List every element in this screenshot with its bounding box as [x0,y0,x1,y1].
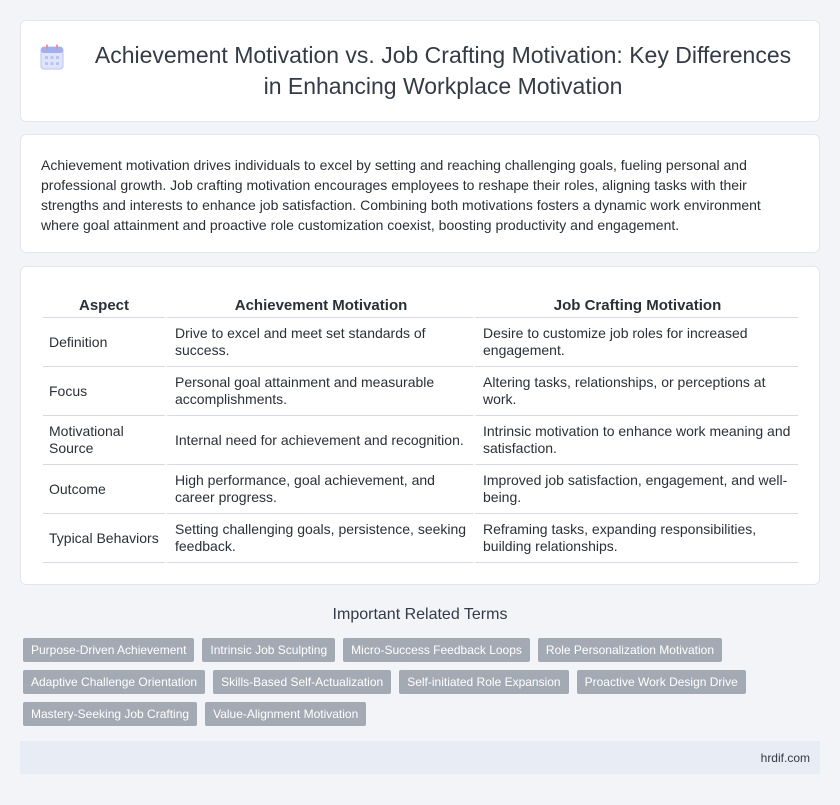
header-job-crafting: Job Crafting Motivation [473,289,798,318]
tag-link[interactable]: Mastery-Seeking Job Crafting [23,702,198,726]
header-achievement: Achievement Motivation [165,289,473,318]
tag-link[interactable]: Micro-Success Feedback Loops [343,638,530,662]
table-row: Motivational Source Internal need for ac… [43,416,798,465]
related-terms-title: Important Related Terms [332,606,508,623]
comparison-table: Aspect Achievement Motivation Job Crafti… [43,289,798,563]
comparison-card: Aspect Achievement Motivation Job Crafti… [20,266,820,585]
row-achievement: Personal goal attainment and measurable … [165,367,473,416]
title-card: Achievement Motivation vs. Job Crafting … [20,20,820,122]
header-aspect: Aspect [43,289,165,318]
footer-bar: hrdif.com [20,741,820,774]
row-aspect: Focus [43,367,165,416]
related-terms-tags: Purpose-Driven Achievement Intrinsic Job… [23,638,823,726]
tag-link[interactable]: Value-Alignment Motivation [205,702,367,726]
row-job-crafting: Reframing tasks, expanding responsibilit… [473,514,798,563]
page-title: Achievement Motivation vs. Job Crafting … [94,42,792,99]
row-aspect: Motivational Source [43,416,165,465]
row-aspect: Definition [43,318,165,367]
table-row: Focus Personal goal attainment and measu… [43,367,798,416]
tag-link[interactable]: Purpose-Driven Achievement [23,638,195,662]
tag-link[interactable]: Intrinsic Job Sculpting [202,638,336,662]
row-job-crafting: Intrinsic motivation to enhance work mea… [473,416,798,465]
table-row: Definition Drive to excel and meet set s… [43,318,798,367]
tag-link[interactable]: Role Personalization Motivation [537,638,722,662]
row-achievement: Drive to excel and meet set standards of… [165,318,473,367]
row-achievement: Internal need for achievement and recogn… [165,416,473,465]
tag-link[interactable]: Self-initiated Role Expansion [399,670,569,694]
tag-link[interactable]: Proactive Work Design Drive [576,670,746,694]
intro-paragraph: Achievement motivation drives individual… [41,157,761,233]
table-row: Typical Behaviors Setting challenging go… [43,514,798,563]
intro-card: Achievement motivation drives individual… [20,134,820,253]
table-row: Outcome High performance, goal achieveme… [43,465,798,514]
row-aspect: Outcome [43,465,165,514]
row-job-crafting: Improved job satisfaction, engagement, a… [473,465,798,514]
tag-link[interactable]: Skills-Based Self-Actualization [213,670,392,694]
row-job-crafting: Desire to customize job roles for increa… [473,318,798,367]
tag-link[interactable]: Adaptive Challenge Orientation [23,670,206,694]
row-aspect: Typical Behaviors [43,514,165,563]
row-achievement: High performance, goal achievement, and … [165,465,473,514]
footer-site-link[interactable]: hrdif.com [761,751,810,765]
row-achievement: Setting challenging goals, persistence, … [165,514,473,563]
row-job-crafting: Altering tasks, relationships, or percep… [473,367,798,416]
title-wrap: Achievement Motivation vs. Job Crafting … [40,40,800,102]
table-header-row: Aspect Achievement Motivation Job Crafti… [43,289,798,318]
calendar-icon [40,44,64,70]
